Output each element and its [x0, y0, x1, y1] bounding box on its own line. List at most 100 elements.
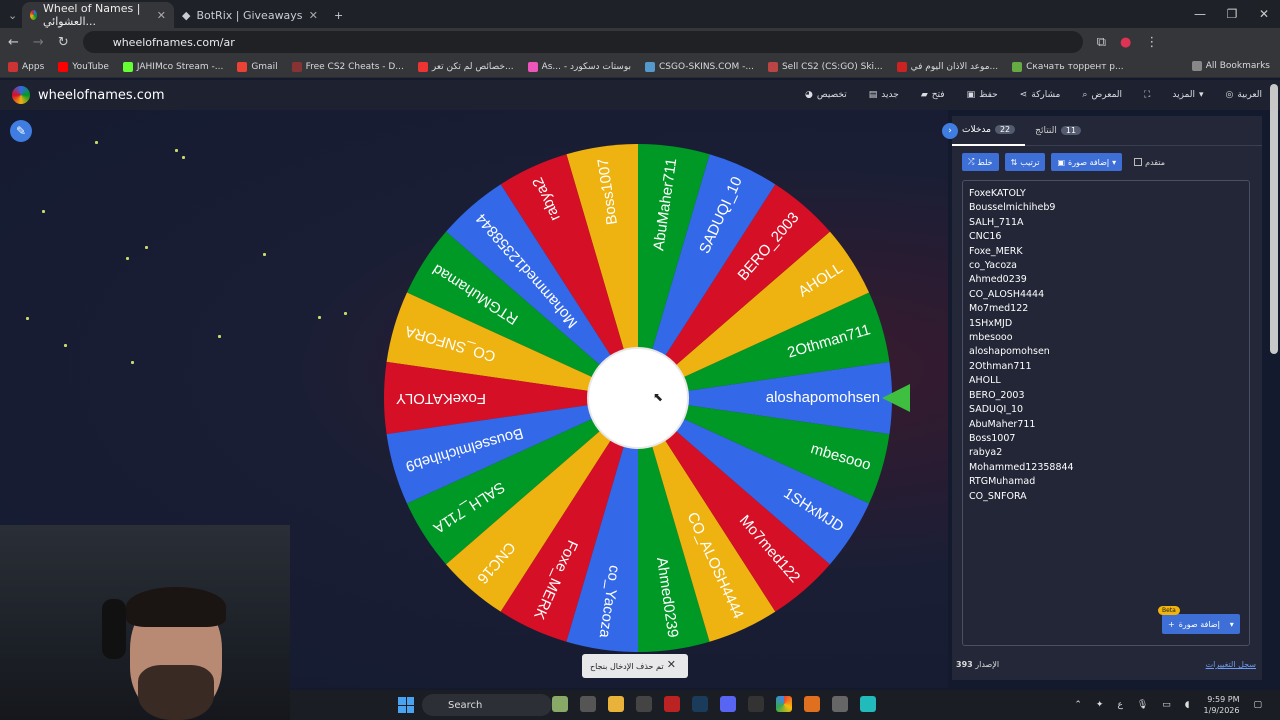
entry-line: AHOLL: [969, 375, 1001, 387]
steam-icon[interactable]: [692, 696, 708, 712]
confetti-piece: [182, 156, 186, 160]
entry-line: Ahmed0239: [969, 274, 1027, 286]
taskbar-search[interactable]: Search: [422, 694, 552, 716]
cursor-icon: ⬉: [653, 390, 663, 404]
windows-start-icon[interactable]: [398, 697, 414, 713]
bookmark-apps[interactable]: Apps: [8, 61, 44, 72]
menu-new[interactable]: ▤ جديد: [869, 90, 899, 100]
site-header: wheelofnames.com ◕ تخصيص ▤ جديد ▰ فتح ▣ …: [0, 80, 1280, 110]
app-icon[interactable]: [804, 696, 820, 712]
entries-textarea[interactable]: FoxeKATOLY Bousselmichiheb9 SALH_711A CNC16…: [962, 180, 1250, 646]
minimize-icon[interactable]: —: [1184, 0, 1216, 28]
game-app-icon[interactable]: [552, 696, 568, 712]
notifications-icon[interactable]: ▢: [1253, 700, 1262, 710]
site-title[interactable]: wheelofnames.com: [38, 88, 165, 103]
riot-icon[interactable]: [664, 696, 680, 712]
tab-entries[interactable]: مدخلات 22: [952, 116, 1026, 146]
chevron-up-icon[interactable]: ⌃: [1074, 700, 1082, 710]
entry-line: 2Othman711: [969, 360, 1032, 372]
file-explorer-icon[interactable]: [608, 696, 624, 712]
microphone-icon[interactable]: 🎙: [1137, 700, 1148, 710]
confetti-piece: [217, 334, 221, 338]
fullscreen-icon[interactable]: ⛶: [1144, 90, 1150, 100]
address-bar[interactable]: wheelofnames.com/ar: [82, 31, 1083, 53]
wheel-center[interactable]: [587, 347, 689, 449]
restore-icon[interactable]: ❐: [1216, 0, 1248, 28]
forward-icon[interactable]: →: [33, 35, 44, 50]
extensions-icon[interactable]: ⧉: [1097, 35, 1106, 50]
system-tray: ⌃ ✦ ع 🎙 ▭ ◖ 9:59 PM 1/9/2026 ▢: [1074, 694, 1262, 716]
bookmark-jahimco[interactable]: JAHIMco Stream -...: [122, 61, 223, 72]
entry-line: Foxe_MERK: [969, 245, 1023, 257]
menu-language[interactable]: ◎ العربية: [1226, 90, 1262, 100]
close-tab-icon[interactable]: ✕: [309, 9, 318, 22]
confetti-piece: [95, 140, 99, 144]
confetti-piece: [317, 315, 321, 319]
menu-open[interactable]: ▰ فتح: [921, 90, 945, 100]
entry-line: BERO_2003: [969, 389, 1025, 401]
g-hub-icon[interactable]: [636, 696, 652, 712]
edit-pencil-icon[interactable]: ✎: [10, 120, 32, 142]
page-scrollbar[interactable]: [1270, 84, 1278, 354]
panel-footer: 393 الإصدار سجل التغييرات: [952, 656, 1262, 676]
url-text: wheelofnames.com/ar: [112, 35, 235, 49]
bookmark-sell-cs2[interactable]: Sell CS2 (CS:GO) Ski...: [767, 61, 883, 72]
bookmark-discord-posts[interactable]: As... - بوستات دسكورد: [527, 61, 631, 72]
entry-line: Mo7med122: [969, 303, 1029, 315]
menu-save[interactable]: ▣ حفظ: [967, 90, 998, 100]
bookmark-prayer-times[interactable]: موعد الاذان اليوم في...: [896, 61, 998, 72]
entries-count-badge: 22: [994, 125, 1016, 134]
bookmark-torrent[interactable]: Скачать торрент р...: [1012, 61, 1124, 72]
date-text: 1/9/2026: [1203, 706, 1240, 715]
shuffle-button[interactable]: ⤮ خلط: [962, 153, 999, 171]
bookmark-gmail[interactable]: Gmail: [237, 61, 278, 72]
add-image-dropdown[interactable]: ▣ إضافة صورة ▾: [1051, 153, 1123, 171]
toast-text: تم حذف الإدخال بنجاح: [590, 661, 664, 671]
entry-line: co_Yacoza: [969, 260, 1017, 272]
reload-icon[interactable]: ↻: [58, 35, 69, 50]
back-icon[interactable]: ←: [8, 35, 19, 50]
volume-icon[interactable]: ◖: [1185, 700, 1190, 710]
chrome-icon[interactable]: [776, 696, 792, 712]
clock[interactable]: 9:59 PM 1/9/2026: [1204, 694, 1240, 716]
settings-icon[interactable]: [832, 696, 848, 712]
bookmark-cs2-cheats[interactable]: Free CS2 Cheats - D...: [291, 61, 404, 72]
sort-button[interactable]: ⇅ ترتيب: [1004, 153, 1046, 171]
task-view-icon[interactable]: [580, 696, 596, 712]
discord-icon[interactable]: [720, 696, 736, 712]
menu-more[interactable]: المزيد ▾: [1172, 90, 1203, 100]
profile-avatar[interactable]: ●: [1120, 35, 1131, 50]
dropdown-icon[interactable]: ▾: [1230, 620, 1234, 629]
tab-results[interactable]: النتائج 11: [1025, 116, 1091, 146]
menu-icon[interactable]: ⋮: [1145, 35, 1158, 50]
close-tab-icon[interactable]: ✕: [157, 9, 166, 22]
changelog-link[interactable]: سجل التغييرات: [1206, 660, 1256, 669]
streamer-beard: [138, 665, 214, 720]
add-image-button[interactable]: Beta + إضافة صورة ▾: [1158, 606, 1240, 634]
menu-gallery[interactable]: ⌕ المعرض: [1082, 90, 1122, 100]
new-tab-button[interactable]: +: [326, 2, 351, 28]
bookmark-youtube[interactable]: YouTube: [58, 61, 109, 72]
menu-customize[interactable]: ◕ تخصيص: [805, 90, 847, 100]
bookmark-csgo-skins[interactable]: CSGO-SKINS.COM -...: [645, 61, 754, 72]
advanced-checkbox[interactable]: متقدم: [1134, 158, 1165, 167]
language-icon[interactable]: ع: [1117, 700, 1122, 710]
tab-wheel-of-names[interactable]: Wheel of Names | العشوائي... ✕: [22, 2, 174, 28]
entry-line: FoxeKATOLY: [969, 188, 1026, 199]
obs-icon[interactable]: [748, 696, 764, 712]
wheel-favicon-icon: [30, 10, 37, 20]
panel-toolbar: ⤮ خلط ⇅ ترتيب ▣ إضافة صورة ▾ متقدم: [962, 152, 1165, 172]
tray-app-icon[interactable]: ✦: [1096, 700, 1104, 710]
tab-list-button[interactable]: ⌄: [0, 2, 22, 28]
tab-botrix[interactable]: ◆ BotRix | Giveaways ✕: [174, 2, 326, 28]
app-icon-2[interactable]: [860, 696, 876, 712]
network-icon[interactable]: ▭: [1162, 700, 1171, 710]
entry-line: RTGMuhamad: [969, 476, 1036, 488]
close-window-icon[interactable]: ✕: [1248, 0, 1280, 28]
menu-share[interactable]: ⋖ مشاركة: [1020, 90, 1061, 100]
spinning-wheel[interactable]: aloshapomohsen2Othman711AHOLLBERO_2003SA…: [370, 142, 910, 658]
all-bookmarks[interactable]: All Bookmarks: [1191, 61, 1270, 71]
entry-line: mbesooo: [969, 332, 1013, 344]
toast-close-icon[interactable]: ✕: [667, 658, 676, 671]
bookmark-features[interactable]: خصائص لم تكن تعر...: [417, 61, 514, 72]
